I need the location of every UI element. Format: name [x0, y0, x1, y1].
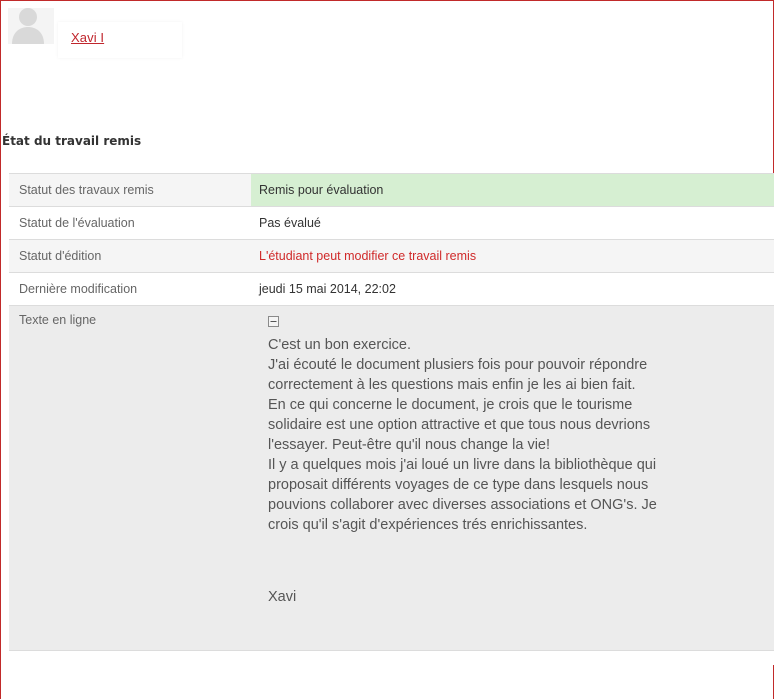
table-row: Statut des travaux remis Remis pour éval…	[9, 173, 774, 207]
user-row: Xavi I	[8, 8, 183, 58]
online-text-cell: C'est un bon exercice. J'ai écouté le do…	[251, 305, 774, 651]
text-line: crois qu'il s'agit d'expériences trés en…	[268, 517, 588, 533]
empty-cell	[9, 650, 251, 665]
edit-status-value: L'étudiant peut modifier ce travail remi…	[251, 239, 774, 273]
online-text-body: C'est un bon exercice. J'ai écouté le do…	[259, 306, 774, 607]
row-label: Texte en ligne	[9, 305, 251, 651]
text-line: proposait différents voyages de ce type …	[268, 477, 649, 493]
row-label: Statut d'édition	[9, 239, 251, 273]
text-line: solidaire est une option attractive et q…	[268, 417, 651, 433]
signature-spacer	[268, 535, 755, 587]
table-row: Statut d'édition L'étudiant peut modifie…	[9, 239, 774, 273]
collapse-box-icon[interactable]	[268, 316, 279, 327]
table-row: Dernière modification jeudi 15 mai 2014,…	[9, 272, 774, 306]
signature: Xavi	[268, 589, 297, 605]
empty-cell	[251, 650, 774, 665]
text-line: J'ai écouté le document plusiers fois po…	[268, 357, 648, 373]
section-heading: État du travail remis	[2, 134, 142, 148]
avatar[interactable]	[8, 8, 54, 44]
text-line: l'essayer. Peut-être qu'il nous change l…	[268, 437, 551, 453]
table-row	[9, 650, 774, 665]
text-line: Il y a quelques mois j'ai loué un livre …	[268, 457, 657, 473]
text-line: En ce qui concerne le document, je crois…	[268, 397, 633, 413]
row-label: Statut des travaux remis	[9, 173, 251, 207]
row-label: Dernière modification	[9, 272, 251, 306]
text-line: C'est un bon exercice.	[268, 337, 412, 353]
user-name-link[interactable]: Xavi I	[71, 30, 104, 45]
table-row: Statut de l'évaluation Pas évalué	[9, 206, 774, 240]
text-line: pouvions collaborer avec diverses associ…	[268, 497, 657, 513]
user-avatar-icon	[8, 8, 54, 44]
table-row: Texte en ligne C'est un bon exercice. J'…	[9, 305, 774, 651]
row-label: Statut de l'évaluation	[9, 206, 251, 240]
submission-status-table: Statut des travaux remis Remis pour éval…	[9, 173, 774, 665]
last-modified-value: jeudi 15 mai 2014, 22:02	[251, 272, 774, 306]
submission-status-value: Remis pour évaluation	[251, 173, 774, 207]
text-line: correctement à les questions mais enfin …	[268, 377, 636, 393]
grading-status-value: Pas évalué	[251, 206, 774, 240]
